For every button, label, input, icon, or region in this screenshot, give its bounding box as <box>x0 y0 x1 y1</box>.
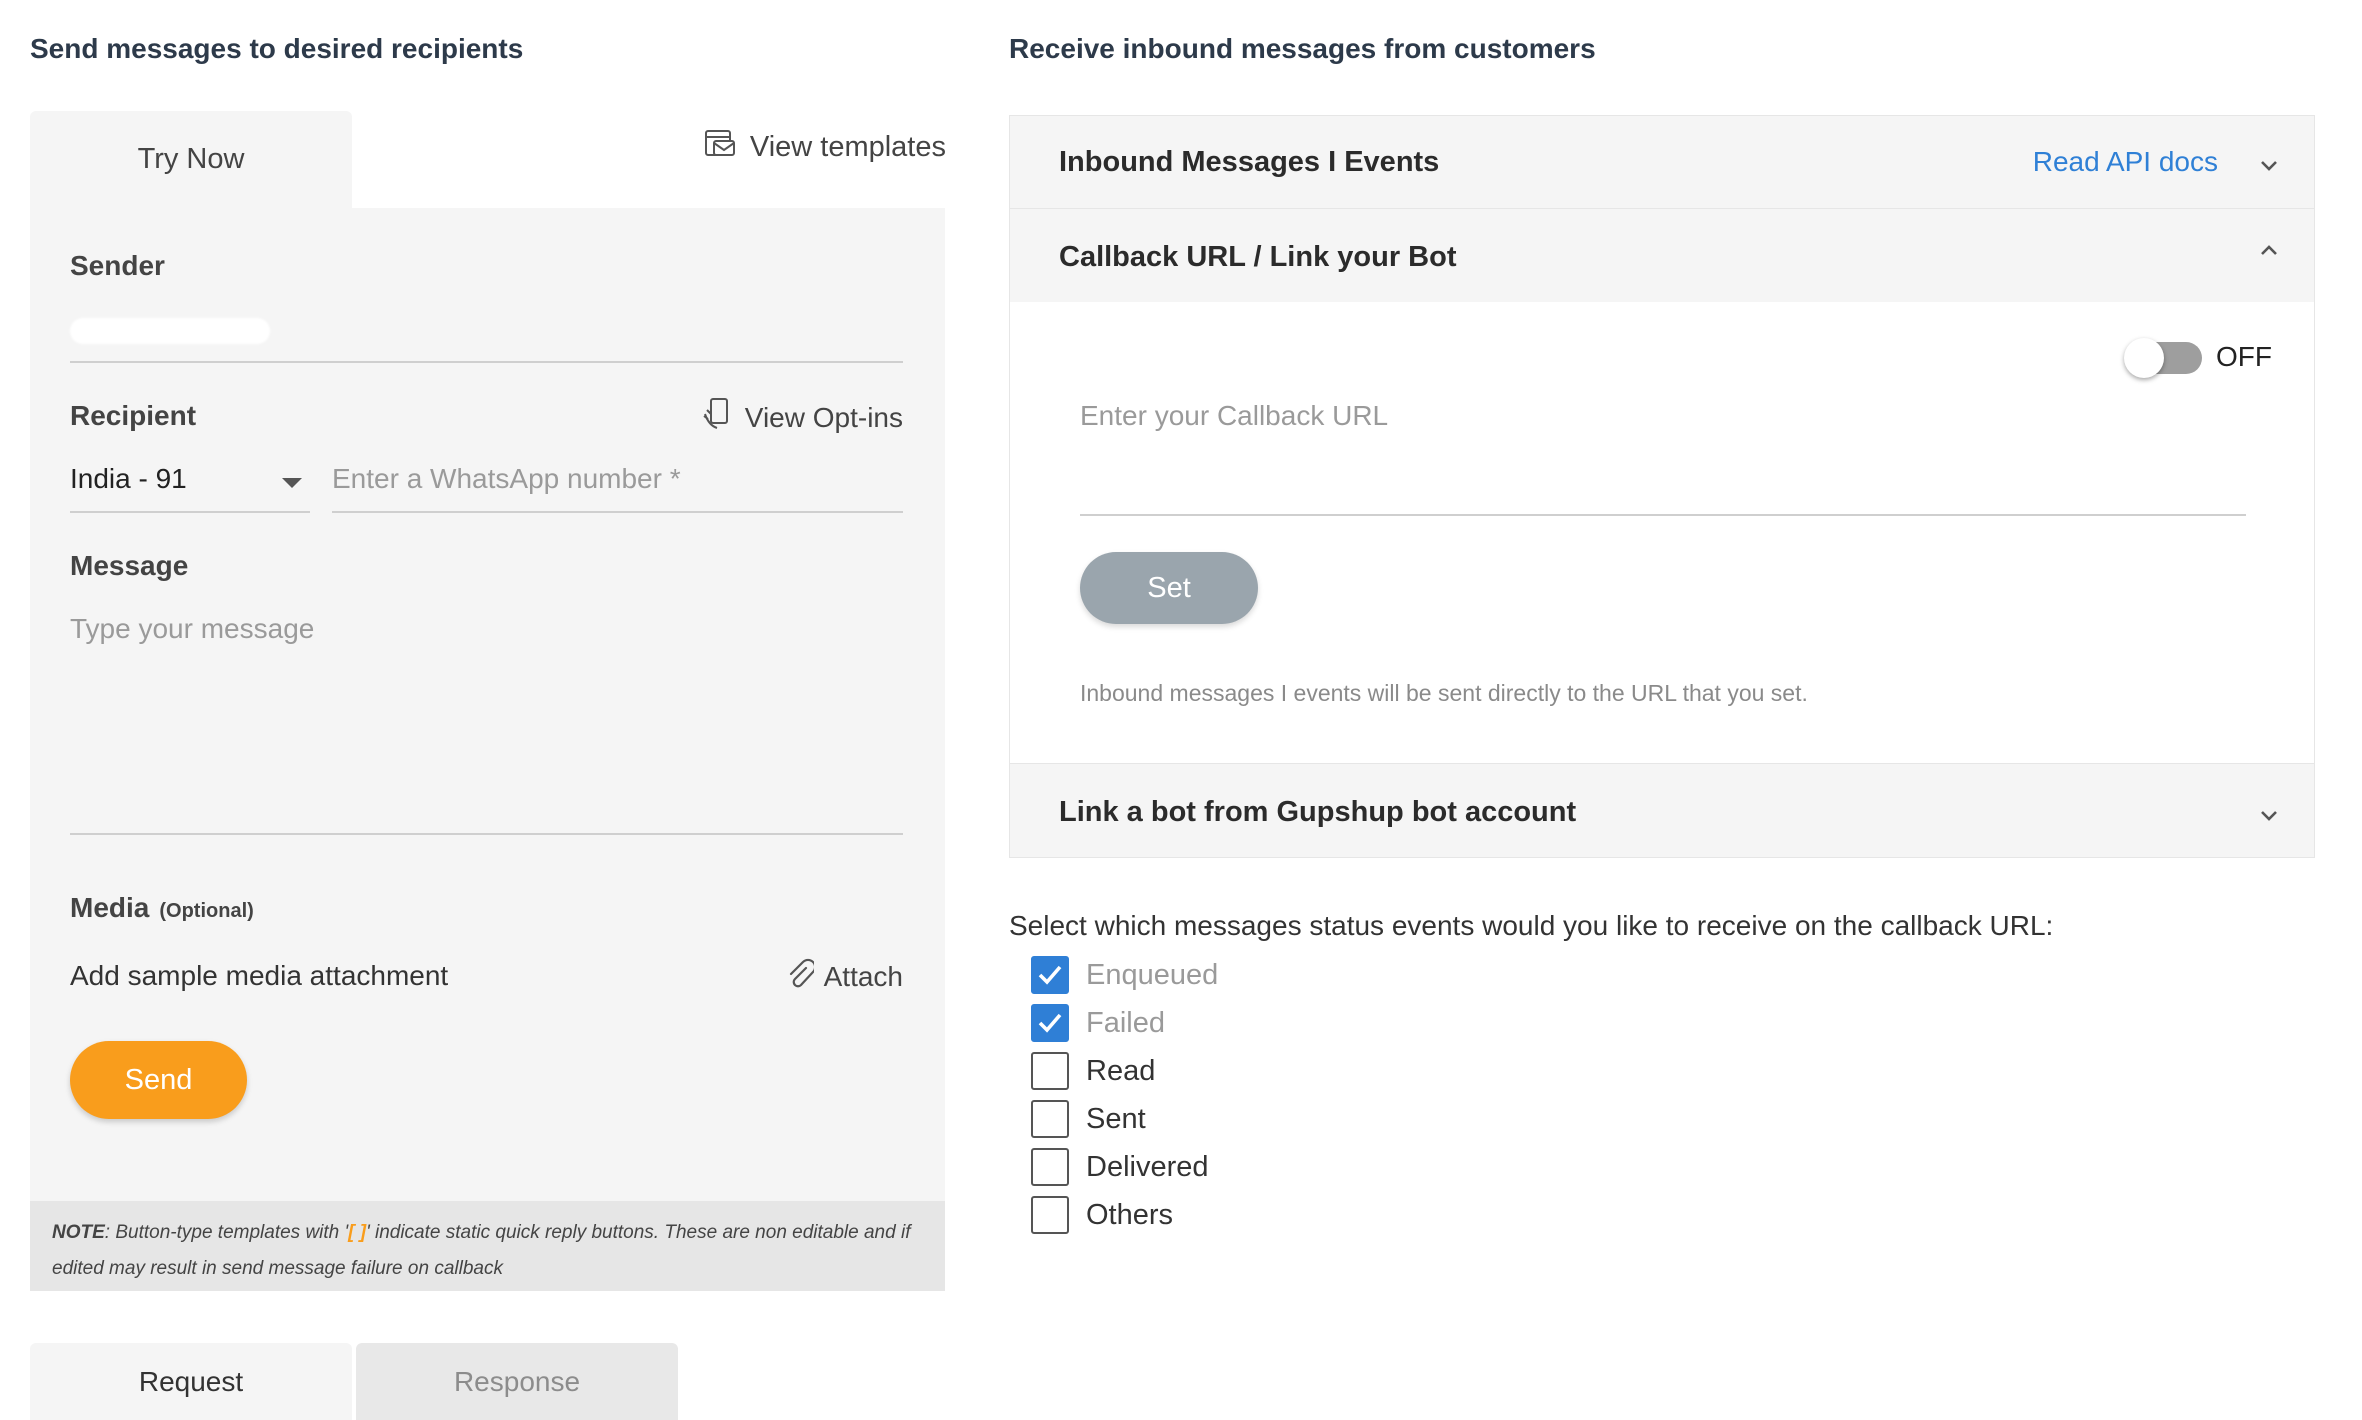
callback-url-underline <box>1080 514 2246 516</box>
checkbox-enqueued[interactable] <box>1031 956 1069 994</box>
sender-underline <box>70 361 903 363</box>
toggle-knob <box>2124 338 2164 378</box>
message-textarea[interactable]: Type your message <box>70 613 903 835</box>
status-events-question: Select which messages status events woul… <box>1009 910 2054 941</box>
status-label-sent: Sent <box>1086 1102 1146 1135</box>
attach-button[interactable]: Attach <box>786 956 903 997</box>
note-text-1: : Button-type templates with ' <box>104 1222 349 1243</box>
status-option-read[interactable]: Read <box>1031 1047 1218 1095</box>
checkbox-others[interactable] <box>1031 1196 1069 1234</box>
caret-down-icon <box>282 477 302 495</box>
set-button[interactable]: Set <box>1080 552 1258 624</box>
callback-url-placeholder: Enter your Callback URL <box>1080 400 1389 431</box>
media-optional-label: (Optional) <box>159 900 254 922</box>
country-code-value: India - 91 <box>70 463 187 494</box>
checkbox-sent[interactable] <box>1031 1100 1069 1138</box>
status-label-read: Read <box>1086 1054 1156 1087</box>
country-code-underline <box>70 511 310 513</box>
note-brackets: [ ] <box>348 1222 367 1243</box>
callback-url-input[interactable]: Enter your Callback URL <box>1080 400 2246 518</box>
view-templates-link[interactable]: View templates <box>704 127 946 167</box>
set-button-label: Set <box>1147 571 1191 604</box>
country-code-select[interactable]: India - 91 <box>70 463 310 513</box>
toggle-state-label: OFF <box>2216 341 2272 372</box>
chevron-down-icon[interactable] <box>2258 804 2280 831</box>
media-heading: Media (Optional) <box>70 892 254 924</box>
sender-value-redacted <box>70 318 270 344</box>
sender-label: Sender <box>70 250 165 281</box>
view-optins-link[interactable]: View Opt-ins <box>699 396 903 439</box>
status-option-failed[interactable]: Failed <box>1031 999 1218 1047</box>
checkbox-read[interactable] <box>1031 1052 1069 1090</box>
whatsapp-number-input[interactable]: Enter a WhatsApp number * <box>332 463 903 513</box>
callback-panel: OFF Enter your Callback URL Set Inbound … <box>1009 302 2315 764</box>
checkbox-failed[interactable] <box>1031 1004 1069 1042</box>
status-option-sent[interactable]: Sent <box>1031 1095 1218 1143</box>
callback-helper-text: Inbound messages I events will be sent d… <box>1080 680 1808 706</box>
optins-icon <box>699 396 735 439</box>
status-label-enqueued: Enqueued <box>1086 958 1219 991</box>
paperclip-icon <box>786 956 816 997</box>
chevron-up-icon[interactable] <box>2258 239 2280 266</box>
message-label: Message <box>70 550 189 581</box>
tab-response-label: Response <box>453 1365 581 1397</box>
checkmark-icon <box>1038 965 1062 985</box>
status-label-failed: Failed <box>1086 1006 1165 1039</box>
callback-toggle[interactable]: OFF <box>2124 338 2284 378</box>
tab-try-now-label: Try Now <box>137 143 245 175</box>
send-section-heading: Send messages to desired recipients <box>30 33 524 64</box>
bot-title: Link a bot from Gupshup bot account <box>1059 796 1577 828</box>
receive-section-heading: Receive inbound messages from customers <box>1009 33 1596 64</box>
message-form-panel: Sender Recipient View Opt-ins India - 91… <box>30 208 945 1202</box>
status-label-others: Others <box>1086 1198 1174 1231</box>
media-prompt: Add sample media attachment <box>70 960 449 991</box>
status-option-delivered[interactable]: Delivered <box>1031 1143 1218 1191</box>
send-button-label: Send <box>124 1063 193 1096</box>
send-button[interactable]: Send <box>70 1041 247 1119</box>
callback-accordion-header[interactable]: Callback URL / Link your Bot <box>1009 208 2315 303</box>
status-option-enqueued[interactable]: Enqueued <box>1031 951 1218 999</box>
inbound-title: Inbound Messages I Events <box>1059 146 1440 178</box>
tab-request[interactable]: Request <box>30 1343 352 1420</box>
tab-response[interactable]: Response <box>356 1343 678 1420</box>
tab-try-now[interactable]: Try Now <box>30 111 352 208</box>
toggle-track <box>2124 338 2202 378</box>
chevron-down-icon[interactable] <box>2258 154 2280 181</box>
view-templates-label: View templates <box>749 130 946 163</box>
tab-request-label: Request <box>138 1365 244 1397</box>
status-option-others[interactable]: Others <box>1031 1191 1218 1239</box>
message-underline <box>70 833 903 835</box>
bot-accordion-header[interactable]: Link a bot from Gupshup bot account <box>1009 763 2315 858</box>
checkbox-delivered[interactable] <box>1031 1148 1069 1186</box>
recipient-label: Recipient <box>70 400 197 431</box>
read-api-docs-link[interactable]: Read API docs <box>2033 146 2218 178</box>
message-placeholder: Type your message <box>70 613 315 644</box>
callback-title: Callback URL / Link your Bot <box>1059 241 1457 273</box>
status-label-delivered: Delivered <box>1086 1150 1209 1183</box>
media-label: Media <box>70 892 150 923</box>
note-box: NOTE: Button-type templates with '[ ]' i… <box>30 1201 945 1291</box>
status-checkbox-list: Enqueued Failed Read Sent Delivered Othe… <box>1031 951 1218 1239</box>
note-prefix: NOTE <box>52 1222 105 1243</box>
attach-label: Attach <box>823 960 903 992</box>
checkmark-icon <box>1038 1013 1062 1033</box>
inbound-accordion-header[interactable]: Inbound Messages I Events Read API docs <box>1009 115 2315 209</box>
whatsapp-number-placeholder: Enter a WhatsApp number * <box>332 463 681 494</box>
templates-icon <box>704 127 738 167</box>
view-optins-label: View Opt-ins <box>744 401 903 433</box>
number-underline <box>332 511 903 513</box>
